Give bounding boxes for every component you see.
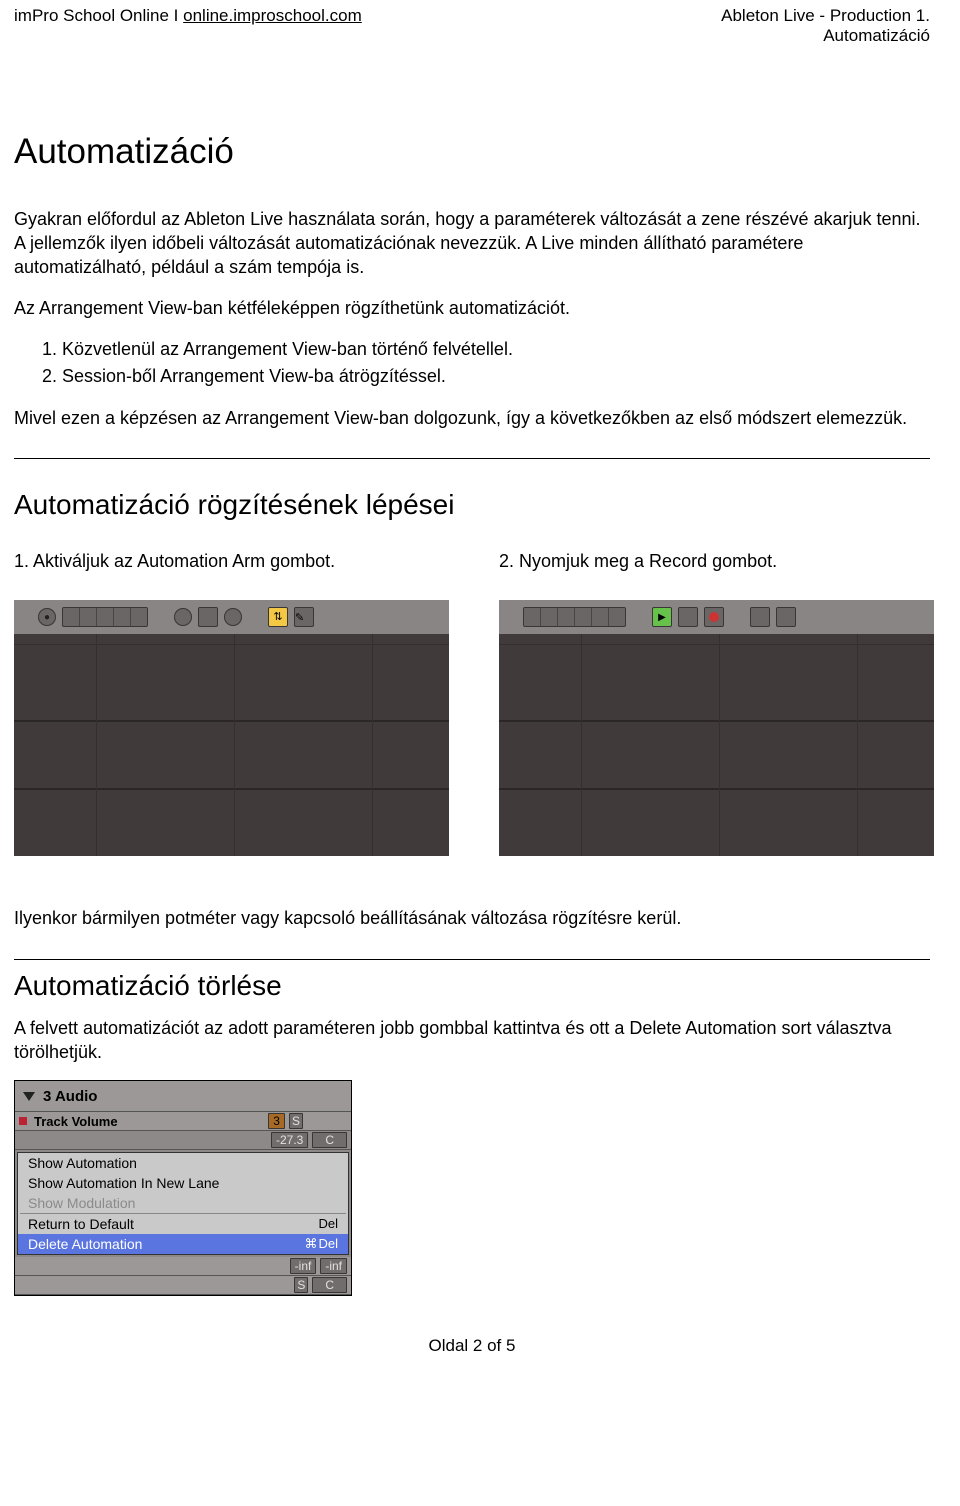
divider-2 — [14, 959, 930, 960]
steps-row: 1. Aktiváljuk az Automation Arm gombot. … — [14, 551, 930, 856]
section-delete-title: Automatizáció törlése — [14, 970, 930, 1002]
step-2-column: 2. Nyomjuk meg a Record gombot. ▶ — [499, 551, 934, 856]
track-row-top: Track Volume 3 S — [15, 1112, 351, 1131]
inf-chip-2[interactable]: -inf — [320, 1258, 347, 1274]
value-chip-a[interactable]: 3 — [268, 1113, 285, 1129]
value-chip-b[interactable]: -27.3 — [271, 1132, 308, 1148]
solo-chip-2[interactable]: S — [294, 1277, 308, 1293]
page-title: Automatizáció — [14, 132, 930, 172]
header-right-line1: Ableton Live - Production 1. — [721, 6, 930, 26]
header-left-plain: imPro School Online I — [14, 6, 183, 25]
header-right-line2: Automatizáció — [721, 26, 930, 46]
method-note: Mivel ezen a képzésen az Arrangement Vie… — [14, 406, 930, 430]
track-row-4: S C — [15, 1276, 351, 1295]
menu-delete-automation[interactable]: Delete Automation Del — [18, 1234, 348, 1254]
c-chip[interactable]: C — [312, 1132, 347, 1148]
control-box[interactable] — [198, 607, 218, 627]
track-header[interactable]: 3 Audio — [15, 1081, 351, 1112]
menu-show-automation-new-lane[interactable]: Show Automation In New Lane — [18, 1173, 348, 1193]
control-knob-1[interactable] — [174, 608, 192, 626]
play-button[interactable]: ▶ — [652, 607, 672, 627]
context-menu: Show Automation Show Automation In New L… — [17, 1152, 349, 1255]
record-note: Ilyenkor bármilyen potméter vagy kapcsol… — [14, 906, 930, 930]
step-1-label: 1. Aktiváljuk az Automation Arm gombot. — [14, 551, 449, 572]
param-name: Track Volume — [34, 1114, 264, 1129]
page-footer: Oldal 2 of 5 — [14, 1336, 930, 1356]
toolbar-left: ● ⇅ ✎ — [14, 600, 449, 634]
track-row-2: -27.3 C — [15, 1131, 351, 1150]
step-1-column: 1. Aktiváljuk az Automation Arm gombot. … — [14, 551, 449, 856]
step-2-label: 2. Nyomjuk meg a Record gombot. — [499, 551, 934, 572]
shortcut-cmd-del: Del — [304, 1236, 338, 1252]
c-chip-2[interactable]: C — [312, 1277, 347, 1293]
section-steps-title: Automatizáció rögzítésének lépései — [14, 489, 930, 521]
page-header: imPro School Online I online.improschool… — [14, 6, 930, 47]
list-intro: Az Arrangement View-ban kétféleképpen rö… — [14, 296, 930, 320]
menu-show-modulation: Show Modulation — [18, 1193, 348, 1213]
collapse-icon[interactable] — [23, 1092, 35, 1101]
divider-1 — [14, 458, 930, 459]
intro-paragraph: Gyakran előfordul az Ableton Live haszná… — [14, 207, 930, 280]
list-item-1: 1. Közvetlenül az Arrangement View-ban t… — [42, 336, 930, 363]
transport-button[interactable]: ● — [38, 608, 56, 626]
quantize-segments[interactable] — [62, 607, 148, 627]
inf-chip-1[interactable]: -inf — [290, 1258, 317, 1274]
menu-show-automation[interactable]: Show Automation — [18, 1153, 348, 1173]
automation-arm-button[interactable]: ⇅ — [268, 607, 288, 627]
header-left-link[interactable]: online.improschool.com — [183, 6, 362, 25]
extra-button-2[interactable] — [776, 607, 796, 627]
delete-paragraph: A felvett automatizációt az adott paramé… — [14, 1016, 930, 1065]
control-knob-2[interactable] — [224, 608, 242, 626]
screenshot-automation-arm: ● ⇅ ✎ — [14, 600, 449, 856]
track-row-3: -inf -inf — [15, 1257, 351, 1276]
record-button[interactable] — [704, 607, 724, 627]
record-arm-icon[interactable] — [19, 1117, 27, 1125]
track-name: 3 Audio — [43, 1088, 97, 1105]
extra-button-1[interactable] — [750, 607, 770, 627]
shortcut-del: Del — [318, 1216, 338, 1232]
header-left: imPro School Online I online.improschool… — [14, 6, 362, 47]
stop-button[interactable] — [678, 607, 698, 627]
menu-return-default[interactable]: Return to Default Del — [18, 1214, 348, 1234]
list-item-2: 2. Session-ből Arrangement View-ba átrög… — [42, 363, 930, 390]
draw-mode-button[interactable]: ✎ — [294, 607, 314, 627]
header-right: Ableton Live - Production 1. Automatizác… — [721, 6, 930, 47]
toolbar-right: ▶ — [499, 600, 934, 634]
display-segments[interactable] — [523, 607, 626, 627]
solo-chip[interactable]: S — [289, 1113, 303, 1129]
screenshot-record: ▶ — [499, 600, 934, 856]
screenshot-context-menu: 3 Audio Track Volume 3 S -27.3 C Show Au… — [14, 1080, 352, 1296]
